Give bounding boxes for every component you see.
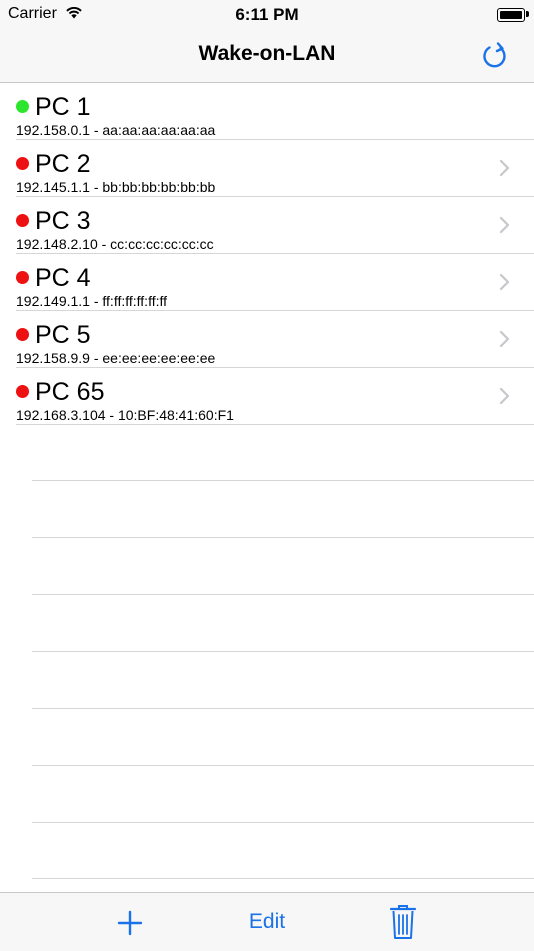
status-dot (16, 214, 29, 227)
device-row[interactable]: PC 2 192.145.1.1 - bb:bb:bb:bb:bb:bb (0, 140, 534, 197)
chevron-right-icon (499, 216, 510, 234)
add-button[interactable] (116, 909, 144, 937)
device-name: PC 2 (35, 150, 91, 178)
empty-row-separator (32, 594, 534, 595)
status-dot (16, 157, 29, 170)
page-title: Wake-on-LAN (198, 42, 336, 65)
refresh-button[interactable] (480, 39, 512, 71)
device-row[interactable]: PC 65 192.168.3.104 - 10:BF:48:41:60:F1 (0, 368, 534, 425)
chevron-right-icon (499, 387, 510, 405)
battery-icon (497, 8, 525, 22)
chevron-right-icon (499, 159, 510, 177)
empty-row-separator (32, 765, 534, 766)
device-name: PC 3 (35, 207, 91, 235)
status-dot (16, 385, 29, 398)
device-list: PC 1 192.158.0.1 - aa:aa:aa:aa:aa:aa PC … (0, 83, 534, 425)
chevron-right-icon (499, 273, 510, 291)
device-row[interactable]: PC 3 192.148.2.10 - cc:cc:cc:cc:cc:cc (0, 197, 534, 254)
edit-button[interactable]: Edit (249, 910, 285, 933)
status-dot (16, 271, 29, 284)
status-dot (16, 328, 29, 341)
device-address: 192.145.1.1 - bb:bb:bb:bb:bb:bb (16, 179, 216, 195)
status-bar: Carrier 6:11 PM (0, 0, 534, 30)
chevron-right-icon (499, 330, 510, 348)
device-row[interactable]: PC 1 192.158.0.1 - aa:aa:aa:aa:aa:aa (0, 83, 534, 140)
battery-tip (526, 11, 529, 17)
device-row[interactable]: PC 5 192.158.9.9 - ee:ee:ee:ee:ee:ee (0, 311, 534, 368)
plus-icon (117, 910, 143, 936)
device-address: 192.149.1.1 - ff:ff:ff:ff:ff:ff (16, 293, 168, 309)
empty-row-separator (32, 651, 534, 652)
device-name: PC 1 (35, 93, 91, 121)
navigation-bar: Wake-on-LAN (0, 30, 534, 83)
empty-row-separator (32, 708, 534, 709)
status-dot (16, 100, 29, 113)
bottom-toolbar: Edit (0, 892, 534, 951)
device-name: PC 65 (35, 378, 105, 406)
empty-row-separator (32, 822, 534, 823)
device-name: PC 5 (35, 321, 91, 349)
empty-row-separator (32, 480, 534, 481)
empty-row-separator (32, 878, 534, 879)
device-name: PC 4 (35, 264, 91, 292)
device-address: 192.158.9.9 - ee:ee:ee:ee:ee:ee (16, 350, 216, 366)
device-address: 192.168.3.104 - 10:BF:48:41:60:F1 (16, 407, 234, 423)
empty-row-separator (32, 537, 534, 538)
refresh-icon (483, 42, 506, 68)
clock: 6:11 PM (235, 5, 299, 24)
device-address: 192.158.0.1 - aa:aa:aa:aa:aa:aa (16, 122, 216, 138)
device-row[interactable]: PC 4 192.149.1.1 - ff:ff:ff:ff:ff:ff (0, 254, 534, 311)
trash-icon (389, 905, 417, 939)
delete-button[interactable] (389, 903, 417, 941)
device-address: 192.148.2.10 - cc:cc:cc:cc:cc:cc (16, 236, 214, 252)
